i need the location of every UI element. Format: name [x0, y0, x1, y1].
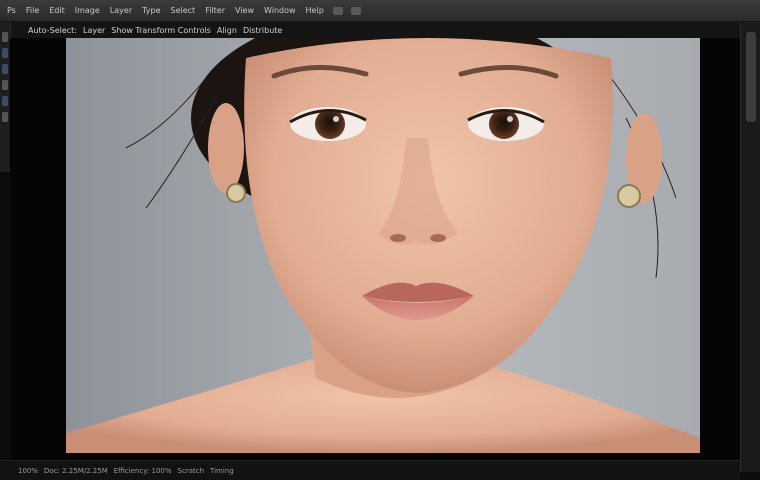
status-zoom[interactable]: 100%: [18, 467, 38, 475]
menu-item-window[interactable]: Window: [261, 4, 299, 17]
left-earring: [226, 183, 246, 203]
portrait-image: [66, 38, 700, 453]
right-nostril: [430, 234, 446, 242]
lasso-tool-icon[interactable]: [2, 64, 8, 74]
left-nostril: [390, 234, 406, 242]
status-doc-size: Doc: 2.25M/2.25M: [44, 466, 108, 475]
scrollbar-thumb[interactable]: [746, 32, 756, 122]
left-eye-highlight: [333, 116, 339, 122]
menu-item-view[interactable]: View: [232, 4, 257, 17]
eraser-tool-icon[interactable]: [2, 112, 8, 122]
workspace-icon[interactable]: [332, 6, 343, 15]
right-earring: [617, 184, 641, 208]
option-distribute[interactable]: Distribute: [243, 26, 282, 35]
option-transform-controls[interactable]: Show Transform Controls: [111, 26, 211, 35]
right-iris: [489, 109, 519, 139]
option-align[interactable]: Align: [217, 26, 237, 35]
status-scratch: Scratch: [177, 466, 205, 475]
menu-item-type[interactable]: Type: [139, 4, 163, 17]
option-layer[interactable]: Layer: [83, 26, 105, 35]
vertical-scrollbar[interactable]: [740, 22, 760, 472]
crop-tool-icon[interactable]: [2, 80, 8, 90]
status-timing: Timing: [210, 466, 234, 475]
portrait-photo[interactable]: [66, 38, 700, 453]
left-iris: [315, 109, 345, 139]
status-bar: 100% Doc: 2.25M/2.25M Efficiency: 100% S…: [0, 460, 740, 480]
left-ear: [208, 103, 244, 193]
arrange-icon[interactable]: [350, 6, 361, 15]
menu-item-help[interactable]: Help: [303, 4, 327, 17]
menu-bar: Ps File Edit Image Layer Type Select Fil…: [0, 0, 760, 22]
right-eye-highlight: [507, 116, 513, 122]
menu-item-filter[interactable]: Filter: [202, 4, 228, 17]
menu-item-0[interactable]: Ps: [4, 4, 19, 17]
marquee-tool-icon[interactable]: [2, 48, 8, 58]
move-tool-icon[interactable]: [2, 32, 8, 42]
menu-item-layer[interactable]: Layer: [107, 4, 135, 17]
menu-item-image[interactable]: Image: [72, 4, 103, 17]
menu-item-file[interactable]: File: [23, 4, 42, 17]
option-auto-select[interactable]: Auto-Select:: [28, 26, 77, 35]
brush-tool-icon[interactable]: [2, 96, 8, 106]
status-efficiency: Efficiency: 100%: [113, 466, 172, 475]
menu-item-edit[interactable]: Edit: [46, 4, 68, 17]
menu-item-select[interactable]: Select: [168, 4, 199, 17]
options-bar: Auto-Select: Layer Show Transform Contro…: [0, 22, 760, 38]
